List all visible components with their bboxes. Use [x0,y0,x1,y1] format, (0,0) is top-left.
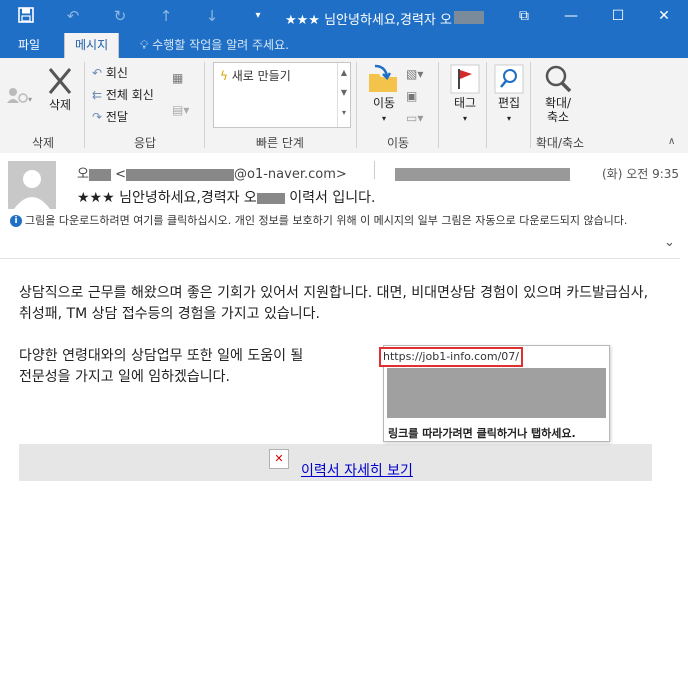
find-icon [494,64,524,94]
broken-image-icon: ✕ [269,449,289,469]
sender-name: 오 [77,167,89,182]
sender[interactable]: 오 < @o1-naver.com> [77,163,347,182]
group-label-quick-steps: 빠른 단계 [256,136,304,150]
title-redaction [454,11,484,24]
subject-prefix: ★★★ 님안녕하세요,경력자 오 [77,190,257,206]
window-title: ★★★ 님안녕하세요,경력자 오 [285,13,452,28]
link-tooltip: https://job1-info.com/07/ 링크를 따라가려면 클릭하거… [379,345,610,442]
customize-dropdown-icon[interactable]: ▾ [248,7,268,25]
flag-icon [450,64,480,94]
delete-button[interactable]: 삭제 [42,66,78,112]
rules-icon[interactable]: ▧▾ [406,66,423,82]
ribbon-display-icon[interactable]: ⧉ [509,5,539,27]
title-bar: ↶ ↻ ↑ ↓ ▾ ★★★ 님안녕하세요,경력자 오 ⧉ — ☐ ✕ [0,0,688,33]
move-folder-icon [369,64,397,92]
tell-me-search[interactable]: 💡︎ 수행할 작업을 알려 주세요. [140,33,289,58]
delete-label: 삭제 [48,98,72,112]
maximize-button[interactable]: ☐ [603,5,633,27]
body-text: 다양한 연령대와의 상담업무 또한 일에 도움이 될 [19,348,304,364]
group-label-zoom: 확대/축소 [535,136,585,150]
subject-suffix: 이력서 입니다. [289,190,376,206]
separator [486,62,487,148]
recipient-redaction [395,168,570,181]
separator [438,62,439,148]
minimize-button[interactable]: — [556,5,586,27]
message-subject: ★★★ 님안녕하세요,경력자 오 이력서 입니다. [77,187,375,207]
group-label-move: 이동 [386,136,410,150]
move-button[interactable]: 이동 ▾ [364,64,404,126]
gallery-scroll[interactable]: ▲ ▼ ▾ [337,63,350,127]
svg-text:▾: ▾ [28,95,32,104]
message-header: 오 < @o1-naver.com> (화) 오전 9:35 ★★★ 님안녕하세요… [0,153,688,258]
download-pictures-infobar[interactable]: i 그림을 다운로드하려면 여기를 클릭하십시오. 개인 정보를 보호하기 위해 … [10,213,650,229]
body-text: 전문성을 가지고 일에 임하겠습니다. [19,369,230,385]
resume-link[interactable]: 이력서 자세히 보기 [301,460,413,480]
separator [204,62,205,148]
group-label-respond: 응답 [133,136,157,150]
expand-header-icon[interactable]: ⌄ [664,235,675,250]
lightbulb-icon: 💡︎ [140,38,153,52]
lightning-icon: ϟ [220,69,232,83]
arrow-down-icon[interactable]: ↓ [202,7,222,25]
resume-link-banner: ✕ 이력서 자세히 보기 [19,444,652,481]
tab-file[interactable]: 파일 [8,33,50,58]
ribbon: ▾ 삭제 삭제 ↶ 회신 ⇇ 전체 회신 ↷ 전달 ▦ ▤▾ 응답 ϟ 새로 만… [0,58,688,154]
editing-button[interactable]: 편집 ▾ [492,64,526,126]
zoom-label-2: 축소 [546,110,570,124]
save-icon[interactable] [16,7,36,27]
zoom-button[interactable]: 확대/ 축소 [534,64,582,124]
close-button[interactable]: ✕ [649,5,679,27]
move-label: 이동 [372,96,396,110]
sender-email: @o1-naver.com> [234,167,347,182]
separator [356,62,357,148]
editing-label: 편집 [497,96,521,110]
forward-label: 전달 [105,110,128,124]
ignore-icon[interactable]: ▾ [6,86,32,107]
forward-button[interactable]: ↷ 전달 [92,109,128,125]
onenote-icon[interactable]: ▣ [406,88,417,104]
redaction [88,168,111,181]
group-label-delete: 삭제 [31,136,55,150]
quick-steps-gallery[interactable]: ϟ 새로 만들기 ▲ ▼ ▾ [213,62,351,128]
header-divider [0,258,680,259]
redaction [126,168,234,181]
tab-message[interactable]: 메시지 [64,33,120,58]
arrow-up-icon[interactable]: ↑ [156,7,176,25]
tooltip-url: https://job1-info.com/07/ [379,347,524,367]
reply-button[interactable]: ↶ 회신 [92,65,128,81]
redaction [256,192,285,204]
collapse-ribbon-icon[interactable]: ∧ [668,134,675,150]
reply-all-icon: ⇇ [92,88,106,102]
body-paragraph: 상담직으로 근무를 해왔으며 좋은 기회가 있어서 지원합니다. 대면, 비대면… [19,285,649,322]
redo-icon[interactable]: ↻ [110,7,130,25]
infobar-text: 그림을 다운로드하려면 여기를 클릭하십시오. 개인 정보를 보호하기 위해 이… [25,214,628,227]
reply-icon: ↶ [92,66,106,80]
forward-icon: ↷ [92,110,106,124]
delete-x-icon [48,68,72,94]
sent-date: (화) 오전 9:35 [602,167,680,181]
magnifier-icon [545,65,572,93]
reply-label: 회신 [105,66,128,80]
quick-step-new[interactable]: ϟ 새로 만들기 [220,67,291,84]
undo-icon[interactable]: ↶ [63,7,83,25]
tags-label: 태그 [453,96,477,110]
more-respond-icon[interactable]: ▤▾ [172,102,189,118]
meeting-icon[interactable]: ▦ [172,70,183,86]
tell-me-text: 수행할 작업을 알려 주세요. [152,38,289,52]
avatar [8,161,56,209]
separator [84,62,85,148]
divider [374,161,375,179]
info-icon: i [10,215,22,227]
zoom-label-1: 확대/ [544,96,572,110]
tags-button[interactable]: 태그 ▾ [448,64,482,126]
quick-step-new-label: 새로 만들기 [231,69,291,83]
tooltip-redaction [387,368,606,418]
reply-all-button[interactable]: ⇇ 전체 회신 [92,87,154,103]
ribbon-tabs: 파일 메시지 💡︎ 수행할 작업을 알려 주세요. [0,33,688,58]
actions-icon[interactable]: ▭▾ [406,110,423,126]
reply-all-label: 전체 회신 [105,88,154,102]
tooltip-hint: 링크를 따라가려면 클릭하거나 탭하세요. [388,427,576,440]
